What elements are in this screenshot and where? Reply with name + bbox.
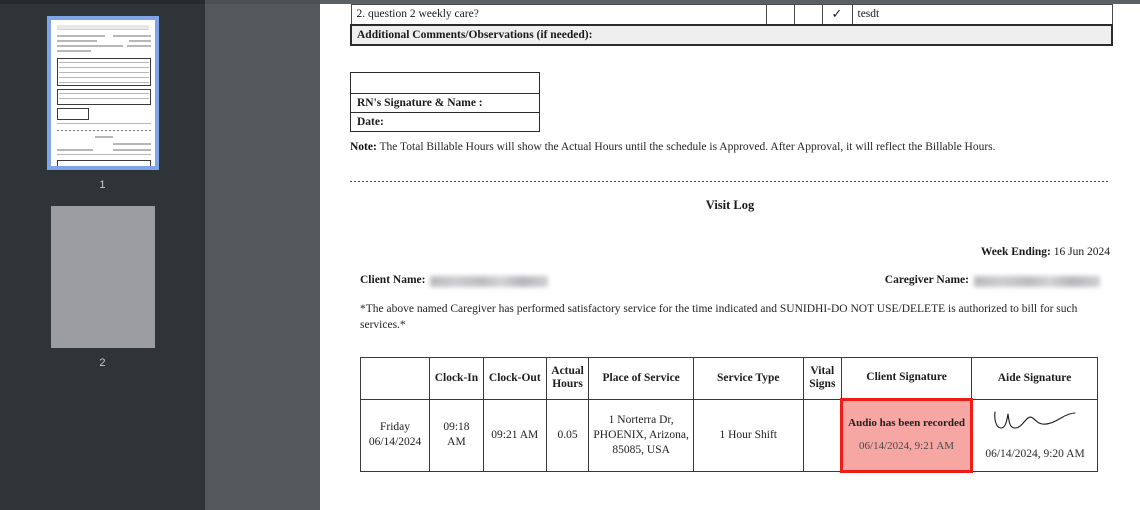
- caregiver-name-label: Caregiver Name:: [884, 274, 969, 287]
- attestation-text: *The above named Caregiver has performed…: [360, 303, 1078, 332]
- thumbnail-page-preview-2: [50, 206, 155, 348]
- section-divider: [350, 181, 1110, 183]
- column-header-client-signature: Client Signature: [841, 356, 973, 400]
- table-row: Friday 06/14/2024 09:18 AM 09:21 AM 0.05…: [359, 397, 1098, 473]
- table-row: RN's Signature & Name :: [350, 92, 540, 113]
- column-header-place-of-service: Place of Service: [588, 356, 694, 400]
- aide-signature-scribble-icon: [994, 411, 1076, 429]
- table-row: 2. question 2 weekly care? ✓ tesdt: [350, 4, 1113, 25]
- note-text: The Total Billable Hours will show the A…: [376, 140, 996, 153]
- thumbnail-sidebar[interactable]: 1 2: [0, 0, 205, 510]
- thumbnail-page-preview-1: [50, 20, 155, 166]
- week-ending-value: 16 Jun 2024: [1050, 246, 1110, 259]
- column-header-vital-signs: Vital Signs: [802, 356, 843, 400]
- week-ending-label: Week Ending:: [980, 246, 1051, 259]
- rn-signature-label: RN's Signature & Name :: [350, 92, 540, 113]
- client-name: Client Name:: [360, 274, 549, 287]
- column-header-actual-hours: Actual Hours: [545, 356, 590, 400]
- cell-clock-out: 09:21 AM: [482, 398, 547, 472]
- viewer-gutter: [205, 0, 320, 510]
- aide-signature-timestamp: 06/14/2024, 9:20 AM: [985, 447, 1085, 460]
- document-page: 2. question 2 weekly care? ✓ tesdt Addit…: [320, 4, 1140, 510]
- cell-day-name: Friday: [379, 421, 411, 434]
- rn-date-label: Date:: [350, 111, 540, 132]
- caregiver-name: Caregiver Name:: [884, 274, 1100, 287]
- cell-service-type: 1 Hour Shift: [692, 398, 804, 472]
- client-signature-timestamp: 06/14/2024, 9:21 AM: [859, 440, 955, 453]
- cell-client-signature[interactable]: Audio has been recorded 06/14/2024, 9:21…: [840, 397, 974, 473]
- questions-table: 2. question 2 weekly care? ✓ tesdt Addit…: [350, 4, 1113, 46]
- rn-blank-cell: [350, 71, 540, 94]
- thumbnail-frame[interactable]: [50, 206, 155, 348]
- additional-comments-label: Additional Comments/Observations (if nee…: [350, 23, 1113, 46]
- question-col-a: [765, 4, 795, 25]
- top-strip-document-segment: [320, 0, 1140, 4]
- question-col-b: [793, 4, 823, 25]
- top-strip-gutter-segment: [205, 0, 320, 4]
- client-name-label: Client Name:: [360, 274, 426, 287]
- thumbnail-item-2[interactable]: 2: [0, 191, 205, 369]
- column-header-day: [359, 356, 431, 400]
- table-row: [350, 71, 540, 94]
- cell-actual-hours: 0.05: [545, 398, 590, 472]
- cell-vital-signs: [802, 398, 843, 472]
- cell-day-date: 06/14/2024: [368, 436, 422, 449]
- billable-hours-note: Note: The Total Billable Hours will show…: [350, 140, 1110, 156]
- thumbnail-label-1: 1: [99, 179, 106, 191]
- column-header-clock-in: Clock-In: [429, 356, 484, 400]
- document-pane[interactable]: 2. question 2 weekly care? ✓ tesdt Addit…: [320, 0, 1140, 510]
- check-icon: ✓: [831, 6, 843, 22]
- week-ending: Week Ending: 16 Jun 2024: [350, 246, 1110, 258]
- column-header-service-type: Service Type: [692, 356, 804, 400]
- client-name-redacted-value: [430, 275, 549, 287]
- caregiver-name-redacted-value: [974, 275, 1100, 287]
- column-header-aide-signature: Aide Signature: [971, 356, 1098, 400]
- cell-aide-signature: 06/14/2024, 9:20 AM: [971, 398, 1098, 472]
- visit-log-table: Clock-In Clock-Out Actual Hours Place of…: [359, 356, 1098, 473]
- cell-clock-in: 09:18 AM: [429, 398, 484, 472]
- names-row: Client Name: Caregiver Name:: [350, 274, 1110, 287]
- rn-signature-block: RN's Signature & Name : Date:: [350, 71, 540, 132]
- thumbnail-item-1[interactable]: 1: [0, 8, 205, 191]
- thumbnail-label-2: 2: [99, 357, 106, 369]
- thumbnail-frame-selected[interactable]: [46, 16, 159, 170]
- pdf-viewer-window: 1 2 2. question 2 weekly care? ✓ tesdt A…: [0, 0, 1140, 510]
- viewer-top-strip: [0, 0, 1140, 4]
- question-text: 2. question 2 weekly care?: [350, 4, 767, 25]
- note-prefix: Note:: [350, 140, 377, 153]
- additional-comments-row: Additional Comments/Observations (if nee…: [350, 23, 1113, 46]
- visit-log-title: Visit Log: [705, 198, 755, 213]
- table-row: Date:: [350, 111, 540, 132]
- cell-place-of-service: 1 Norterra Dr, PHOENIX, Arizona, 85085, …: [588, 398, 694, 472]
- cell-day: Friday 06/14/2024: [359, 398, 431, 472]
- question-note: tesdt: [851, 4, 1113, 25]
- visit-log-header-row: Clock-In Clock-Out Actual Hours Place of…: [359, 356, 1098, 400]
- column-header-clock-out: Clock-Out: [482, 356, 547, 400]
- client-signature-status: Audio has been recorded: [848, 416, 965, 429]
- question-checkmark: ✓: [821, 4, 853, 25]
